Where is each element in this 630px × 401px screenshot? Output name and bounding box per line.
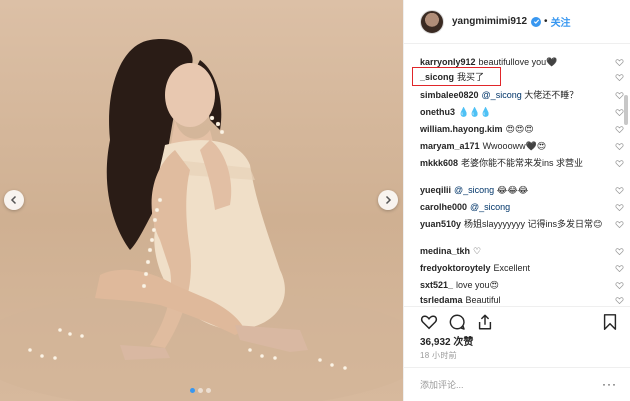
post-timestamp: 18 小时前 — [420, 351, 457, 360]
comment-item: medina_tkh ♡ — [404, 245, 630, 257]
separator: • — [544, 16, 548, 27]
heart-icon[interactable] — [615, 91, 624, 100]
bookmark-icon[interactable] — [601, 313, 619, 331]
comment-item: tsrledama Beautiful — [404, 294, 630, 306]
comment-username[interactable]: mkkk608 — [420, 158, 458, 168]
comment-username[interactable]: onethu3 — [420, 107, 455, 117]
comment-text: love you😍 — [456, 280, 499, 290]
carousel-dot — [206, 388, 211, 393]
heart-icon[interactable] — [615, 58, 624, 67]
comment-text: 大佬还不睡？ — [524, 90, 579, 100]
comment-username[interactable]: maryam_a171 — [420, 141, 480, 151]
comment-username[interactable]: fredyoktoroytely — [420, 263, 491, 273]
heart-icon[interactable] — [615, 142, 624, 151]
heart-icon[interactable] — [615, 281, 624, 290]
chevron-right-icon — [385, 195, 392, 205]
comment-mention[interactable]: @_sicong — [482, 90, 522, 100]
next-photo-button[interactable] — [378, 190, 398, 210]
comment-item: yuan510y 杨姐slayyyyyyy 记得ins多发日常😊 — [404, 218, 630, 230]
action-bar — [404, 306, 630, 336]
photo-illustration — [0, 39, 403, 401]
comment-username[interactable]: tsrledama — [420, 295, 463, 305]
previous-photo-button[interactable] — [4, 190, 24, 210]
comment-username[interactable]: carolhe000 — [420, 202, 467, 212]
heart-icon[interactable] — [615, 186, 624, 195]
comment-text: beautifullove you🖤 — [478, 57, 558, 67]
comments-scrollbar[interactable] — [624, 95, 628, 125]
post-photo[interactable] — [0, 0, 403, 401]
comment-text: ♡ — [473, 246, 482, 256]
comment-item: william.hayong.kim 😍😍😍 — [404, 123, 630, 135]
username-link[interactable]: yangmimimi912 — [452, 16, 527, 27]
highlight-annotation — [412, 67, 501, 86]
more-options-button[interactable]: ··· — [602, 378, 617, 390]
avatar[interactable] — [420, 9, 444, 34]
comment-item: maryam_a171 Wwoooww🖤😍 — [404, 140, 630, 152]
comment-text: 💧💧💧 — [458, 107, 492, 117]
post-header: yangmimimi912 • 关注 — [404, 0, 630, 44]
comment-text: Wwoooww🖤😍 — [482, 141, 547, 151]
comment-item: yueqilii @_sicong 😂😂😂 — [404, 184, 630, 196]
carousel-indicator — [190, 388, 211, 393]
comment-item: fredyoktoroytely Excellent — [404, 262, 630, 274]
heart-icon[interactable] — [615, 108, 624, 117]
verified-badge-icon — [531, 16, 542, 27]
chevron-left-icon — [10, 195, 17, 205]
comment-text: 杨姐slayyyyyyy 记得ins多发日常😊 — [464, 219, 603, 229]
comment-text: 😍😍😍 — [505, 124, 534, 134]
share-icon[interactable] — [476, 313, 494, 331]
heart-icon[interactable] — [615, 73, 624, 82]
comment-username[interactable]: william.hayong.kim — [420, 124, 503, 134]
comment-item: onethu3 💧💧💧 — [404, 106, 630, 118]
comment-text: Beautiful — [465, 295, 501, 305]
comment-username[interactable]: medina_tkh — [420, 246, 470, 256]
add-comment-bar: ··· — [404, 367, 630, 401]
carousel-dot — [198, 388, 203, 393]
comment-mention[interactable]: @_sicong — [470, 202, 510, 212]
comment-username[interactable]: sxt521_ — [420, 280, 453, 290]
comment-bubble-icon[interactable] — [448, 313, 466, 331]
heart-icon[interactable] — [615, 159, 624, 168]
comment-mention[interactable]: @_sicong — [454, 185, 494, 195]
comment-username[interactable]: simbalee0820 — [420, 90, 479, 100]
follow-button[interactable]: 关注 — [551, 14, 571, 29]
comment-input[interactable] — [420, 379, 590, 390]
heart-icon[interactable] — [615, 220, 624, 229]
comment-text: 老婆你能不能常来发ins 求营业 — [461, 158, 584, 168]
heart-icon[interactable] — [615, 247, 624, 256]
comment-text: 😂😂😂 — [496, 185, 529, 195]
comment-item: carolhe000 @_sicong — [404, 201, 630, 213]
comment-username[interactable]: karryonly912 — [420, 57, 476, 67]
like-heart-icon[interactable] — [420, 313, 438, 331]
comment-item: mkkk608 老婆你能不能常来发ins 求营业 — [404, 157, 630, 169]
heart-icon[interactable] — [615, 296, 624, 305]
comment-text: Excellent — [493, 263, 531, 273]
carousel-dot — [190, 388, 195, 393]
comment-item: simbalee0820 @_sicong 大佬还不睡？ — [404, 89, 630, 101]
comment-list: karryonly912 beautifullove you🖤 _sicong 我买… — [404, 44, 630, 306]
heart-icon[interactable] — [615, 264, 624, 273]
heart-icon[interactable] — [615, 203, 624, 212]
comment-item: sxt521_ love you😍 — [404, 279, 630, 291]
heart-icon[interactable] — [615, 125, 624, 134]
like-count[interactable]: 36,932 次赞 — [420, 333, 473, 348]
comment-username[interactable]: yueqilii — [420, 185, 451, 195]
post-side-panel: yangmimimi912 • 关注 karryonly912 beautiful… — [403, 0, 630, 401]
comment-username[interactable]: yuan510y — [420, 219, 461, 229]
